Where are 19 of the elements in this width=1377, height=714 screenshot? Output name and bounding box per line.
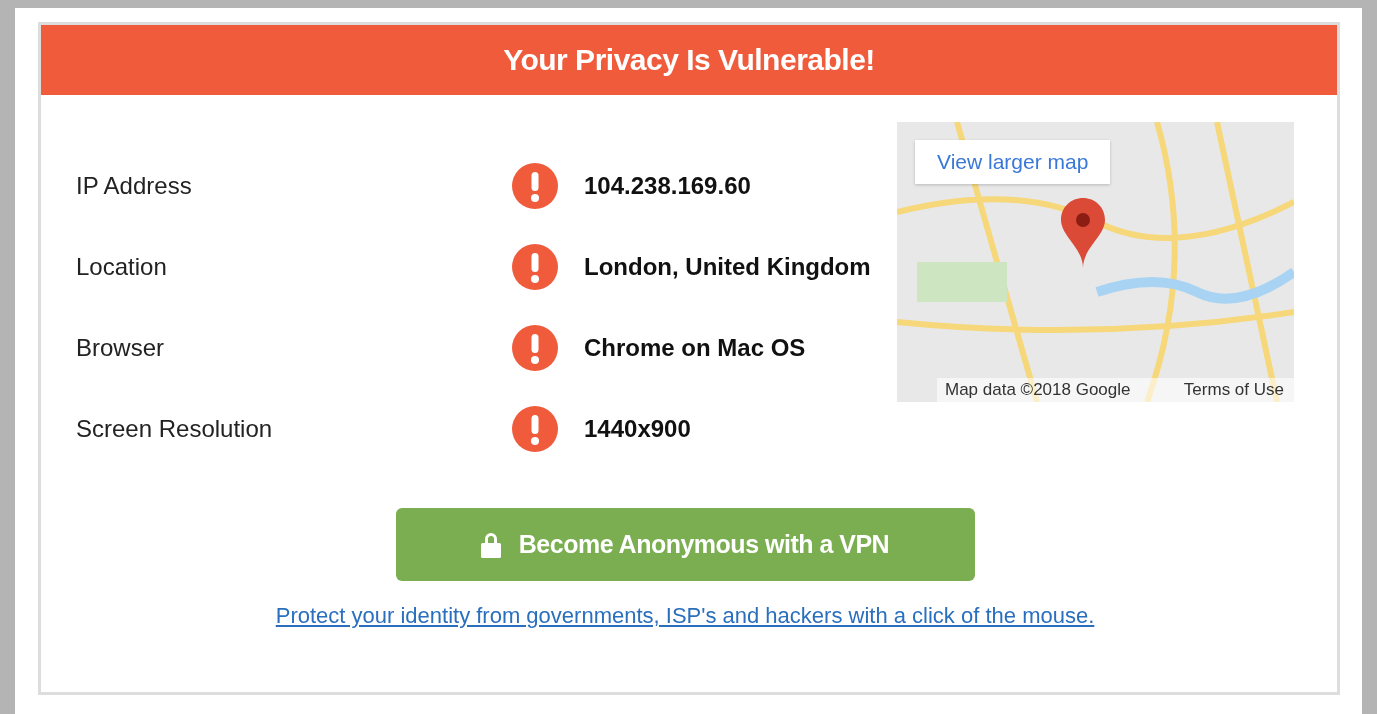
detail-value: London, United Kingdom xyxy=(584,252,872,281)
warning-title: Your Privacy Is Vulnerable! xyxy=(41,25,1337,95)
lock-icon xyxy=(480,531,501,558)
vpn-button[interactable]: Become Anonymous with a VPN xyxy=(395,508,975,581)
detail-label: Browser xyxy=(76,333,166,362)
detail-label: Screen Resolution xyxy=(76,414,274,443)
view-larger-map-button[interactable]: View larger map xyxy=(915,140,1111,184)
alert-icon xyxy=(512,324,558,371)
alert-icon xyxy=(512,243,558,290)
detail-value: Chrome on Mac OS xyxy=(584,333,807,362)
detail-value: 1440x900 xyxy=(584,414,692,443)
terms-link[interactable]: Terms of Use xyxy=(1183,380,1284,400)
alert-icon xyxy=(512,405,558,452)
detail-label: Location xyxy=(76,252,168,281)
map-attribution: Map data ©2018 Google xyxy=(945,380,1131,400)
detail-value: 104.238.169.60 xyxy=(584,171,752,200)
alert-icon xyxy=(512,162,558,209)
detail-label: IP Address xyxy=(76,171,193,200)
protect-identity-link[interactable]: Protect your identity from governments, ISP's and hackers with a click of the mouse. xyxy=(275,603,1095,629)
